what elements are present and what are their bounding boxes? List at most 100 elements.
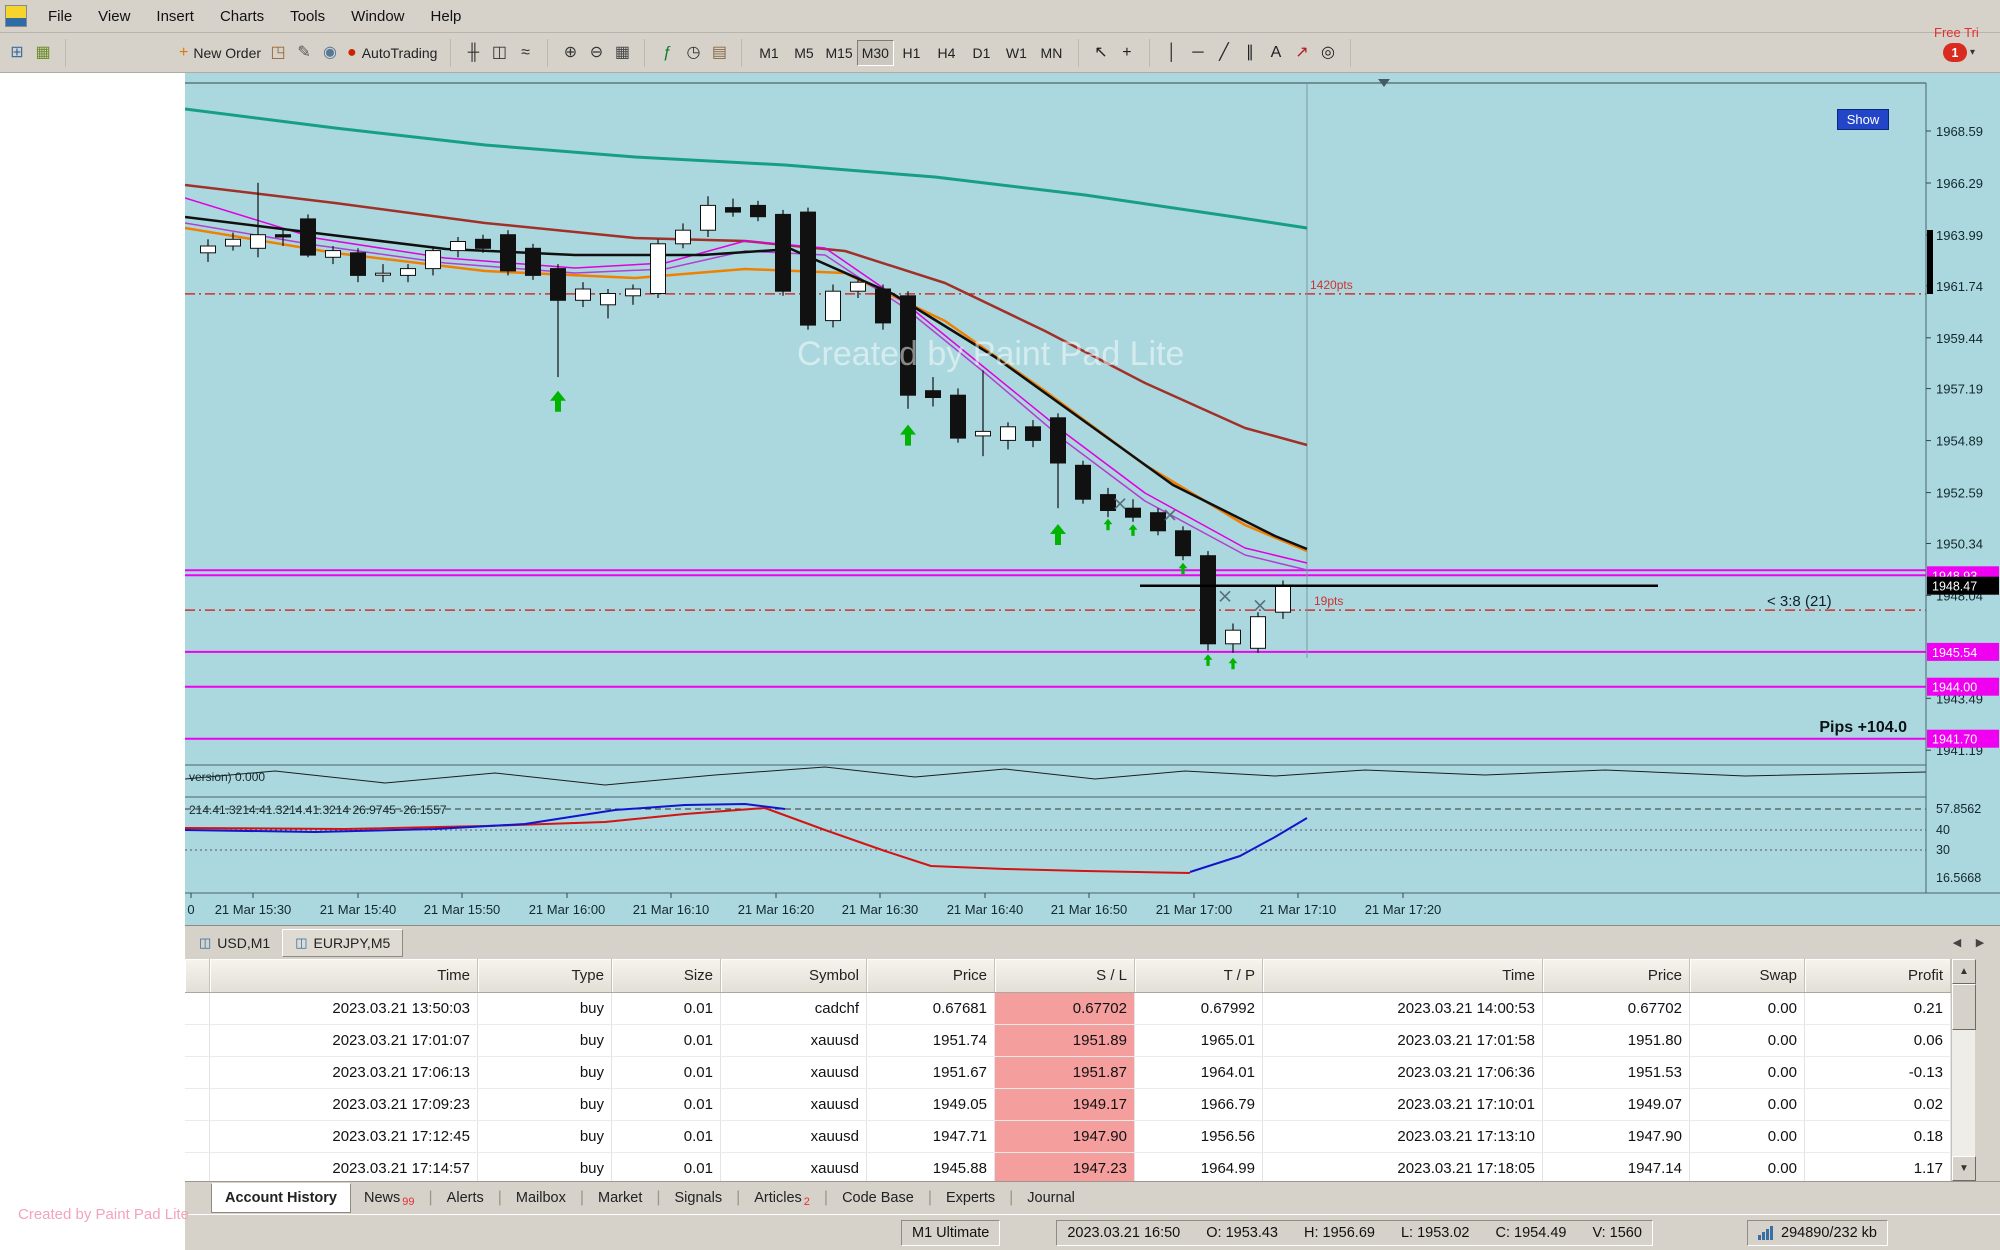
script-button[interactable]: ✎ bbox=[291, 40, 317, 66]
search-button[interactable]: ◎ bbox=[1315, 40, 1341, 66]
menu-charts[interactable]: Charts bbox=[207, 2, 277, 31]
trendline-button[interactable]: ╱ bbox=[1211, 40, 1237, 66]
status-bar-time: 2023.03.21 16:50 bbox=[1067, 1225, 1180, 1241]
new-order-button[interactable]: +New Order bbox=[175, 40, 265, 66]
menu-window[interactable]: Window bbox=[338, 2, 417, 31]
period-button[interactable]: ◷ bbox=[680, 40, 706, 66]
menu-file[interactable]: File bbox=[35, 2, 85, 31]
column-header-type[interactable]: Type bbox=[478, 959, 612, 992]
timeframe-h4[interactable]: H4 bbox=[929, 40, 964, 66]
show-button[interactable]: Show bbox=[1837, 109, 1889, 130]
tile-windows-icon: ▦ bbox=[615, 45, 630, 61]
column-header-profit[interactable]: Profit bbox=[1805, 959, 1951, 992]
chart-area[interactable]: 1420pts19pts< 3:8 (21)Pips +104.0Created… bbox=[185, 73, 2000, 925]
chart-canvas[interactable]: 1420pts19pts< 3:8 (21)Pips +104.0Created… bbox=[185, 73, 2000, 925]
cell: 1947.90 bbox=[995, 1121, 1135, 1152]
new-chart-button[interactable]: ⊞ bbox=[4, 40, 30, 66]
timeframe-h1-label: H1 bbox=[902, 45, 920, 61]
menu-help[interactable]: Help bbox=[418, 2, 475, 31]
chart-tab-eurjpy-m5[interactable]: ◫EURJPY,M5 bbox=[282, 929, 403, 957]
timeframe-m30[interactable]: M30 bbox=[857, 40, 894, 66]
column-header-time[interactable]: Time bbox=[210, 959, 478, 992]
indicators-button[interactable]: ƒ bbox=[654, 40, 680, 66]
terminal-tab-account-history[interactable]: Account History bbox=[211, 1183, 351, 1213]
horizontal-line-button[interactable]: ─ bbox=[1185, 40, 1211, 66]
line-chart-button[interactable]: ≈ bbox=[512, 40, 538, 66]
cell: 2023.03.21 17:06:36 bbox=[1263, 1057, 1543, 1088]
chart-profiles-icon: ▦ bbox=[35, 45, 50, 61]
new-order-icon: + bbox=[179, 45, 188, 61]
timeframe-m15[interactable]: M15 bbox=[821, 40, 856, 66]
cell: 1964.99 bbox=[1135, 1153, 1263, 1181]
chart-profiles-button[interactable]: ▦ bbox=[30, 40, 56, 66]
history-row[interactable]: 2023.03.21 17:12:45buy0.01xauusd1947.711… bbox=[185, 1121, 1951, 1153]
timeframe-m5[interactable]: M5 bbox=[786, 40, 821, 66]
notifications-button[interactable]: 1 bbox=[1943, 43, 1967, 62]
column-header-symbol[interactable]: Symbol bbox=[721, 959, 867, 992]
table-scrollbar[interactable]: ▲ ▼ bbox=[1951, 959, 1975, 1181]
column-header-marker[interactable] bbox=[185, 959, 210, 992]
timeframe-m30-label: M30 bbox=[862, 45, 889, 61]
chart-tab-usd-m1[interactable]: ◫USD,M1 bbox=[187, 930, 282, 956]
history-row[interactable]: 2023.03.21 17:01:07buy0.01xauusd1951.741… bbox=[185, 1025, 1951, 1057]
toolbar-spacer bbox=[75, 52, 175, 53]
menu-insert[interactable]: Insert bbox=[143, 2, 207, 31]
terminal-tab-signals[interactable]: Signals bbox=[662, 1184, 736, 1212]
cursor-button[interactable]: ↖ bbox=[1088, 40, 1114, 66]
menu-view[interactable]: View bbox=[85, 2, 143, 31]
column-header-time[interactable]: Time bbox=[1263, 959, 1543, 992]
svg-text:1961.74: 1961.74 bbox=[1936, 279, 1983, 294]
terminal-tab-news[interactable]: News99 bbox=[351, 1184, 428, 1212]
scroll-down-button[interactable]: ▼ bbox=[1952, 1156, 1976, 1181]
channel-button[interactable]: ∥ bbox=[1237, 40, 1263, 66]
terminal-tab-articles[interactable]: Articles2 bbox=[741, 1184, 823, 1212]
terminal-tab-label: Mailbox bbox=[516, 1190, 566, 1206]
scroll-thumb[interactable] bbox=[1952, 984, 1976, 1030]
history-row[interactable]: 2023.03.21 17:09:23buy0.01xauusd1949.051… bbox=[185, 1089, 1951, 1121]
timeframe-d1[interactable]: D1 bbox=[964, 40, 999, 66]
terminal-tab-journal[interactable]: Journal bbox=[1014, 1184, 1088, 1212]
timeframe-h1[interactable]: H1 bbox=[894, 40, 929, 66]
terminal-tab-alerts[interactable]: Alerts bbox=[434, 1184, 497, 1212]
menu-tools[interactable]: Tools bbox=[277, 2, 338, 31]
scroll-up-button[interactable]: ▲ bbox=[1952, 959, 1976, 984]
tab-scroll-right-button[interactable]: ▶ bbox=[1970, 933, 1990, 953]
bar-chart-button[interactable]: ╫ bbox=[460, 40, 486, 66]
timeframe-m1[interactable]: M1 bbox=[751, 40, 786, 66]
tile-windows-button[interactable]: ▦ bbox=[609, 40, 635, 66]
terminal-tab-market[interactable]: Market bbox=[585, 1184, 655, 1212]
column-header-s-l[interactable]: S / L bbox=[995, 959, 1135, 992]
autotrading-button-label: AutoTrading bbox=[362, 45, 438, 61]
crosshair-button[interactable]: + bbox=[1114, 40, 1140, 66]
column-header-price[interactable]: Price bbox=[867, 959, 995, 992]
autotrading-button[interactable]: ●AutoTrading bbox=[343, 40, 441, 66]
status-low: L: 1953.02 bbox=[1401, 1225, 1470, 1241]
history-row[interactable]: 2023.03.21 17:06:13buy0.01xauusd1951.671… bbox=[185, 1057, 1951, 1089]
column-header-price[interactable]: Price bbox=[1543, 959, 1690, 992]
terminal-tab-label: Experts bbox=[946, 1190, 995, 1206]
cell: xauusd bbox=[721, 1057, 867, 1088]
zoom-out-button[interactable]: ⊖ bbox=[583, 40, 609, 66]
history-row[interactable]: 2023.03.21 17:14:57buy0.01xauusd1945.881… bbox=[185, 1153, 1951, 1181]
column-header-t-p[interactable]: T / P bbox=[1135, 959, 1263, 992]
zoom-in-button[interactable]: ⊕ bbox=[557, 40, 583, 66]
arrows-button[interactable]: ↗ bbox=[1289, 40, 1315, 66]
timeframe-w1[interactable]: W1 bbox=[999, 40, 1034, 66]
notifications-caret-icon[interactable]: ▾ bbox=[1970, 47, 1975, 58]
cell: 2023.03.21 17:01:07 bbox=[210, 1025, 478, 1056]
terminal-tab-mailbox[interactable]: Mailbox bbox=[503, 1184, 579, 1212]
vertical-line-button[interactable]: │ bbox=[1159, 40, 1185, 66]
tab-scroll-left-button[interactable]: ◀ bbox=[1947, 933, 1967, 953]
history-row[interactable]: 2023.03.21 13:50:03buy0.01cadchf0.676810… bbox=[185, 993, 1951, 1025]
column-header-size[interactable]: Size bbox=[612, 959, 721, 992]
timeframe-mn[interactable]: MN bbox=[1034, 40, 1069, 66]
sound-button[interactable]: ◉ bbox=[317, 40, 343, 66]
cell: 1951.87 bbox=[995, 1057, 1135, 1088]
text-button[interactable]: A bbox=[1263, 40, 1289, 66]
templates-button[interactable]: ▤ bbox=[706, 40, 732, 66]
terminal-tab-code-base[interactable]: Code Base bbox=[829, 1184, 927, 1212]
column-header-swap[interactable]: Swap bbox=[1690, 959, 1805, 992]
stamp-button[interactable]: ◳ bbox=[265, 40, 291, 66]
candlestick-chart-button[interactable]: ◫ bbox=[486, 40, 512, 66]
terminal-tab-experts[interactable]: Experts bbox=[933, 1184, 1008, 1212]
